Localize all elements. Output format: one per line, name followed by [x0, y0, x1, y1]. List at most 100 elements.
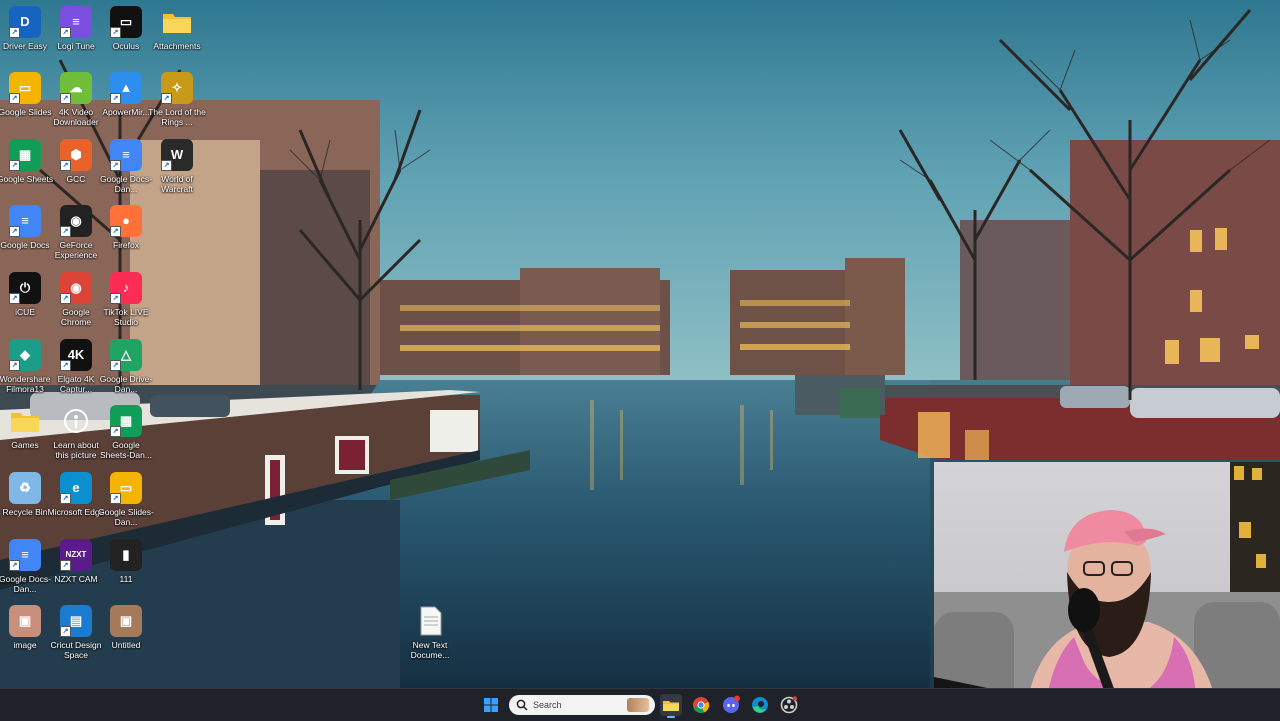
- shortcut-arrow-icon: ↗: [9, 226, 20, 237]
- 4k-video-downloader-icon: ☁ ↗: [60, 72, 92, 104]
- shortcut-arrow-icon: ↗: [60, 226, 71, 237]
- google-docs-icon: ≡ ↗: [9, 539, 41, 571]
- file-explorer-icon: [663, 701, 679, 711]
- webcam-overlay: [934, 462, 1280, 720]
- chrome-icon: ◉ ↗: [60, 272, 92, 304]
- desktop-icon[interactable]: ▮ 111: [96, 537, 156, 603]
- lotr-icon: ✧ ↗: [161, 72, 193, 104]
- folder-icon: [9, 405, 41, 437]
- recycle-bin-icon: ♻: [9, 472, 41, 504]
- shortcut-arrow-icon: ↗: [9, 560, 20, 571]
- untitled-image-icon: ▣: [110, 605, 142, 637]
- desktop-icon-label: World of Warcraft: [161, 174, 193, 194]
- desktop-icon[interactable]: W ↗ World of Warcraft: [147, 137, 207, 203]
- desktop-icon-label: Google Sheets-Dan...: [100, 440, 152, 460]
- desktop-icon-label: Untitled: [111, 640, 141, 650]
- icue-icon: ⏻ ↗: [9, 272, 41, 304]
- taskbar-obs[interactable]: [778, 694, 800, 716]
- desktop-icon[interactable]: New Text Docume...: [400, 603, 460, 669]
- nzxt-cam-icon: NZXT ↗: [60, 539, 92, 571]
- shortcut-arrow-icon: ↗: [110, 293, 121, 304]
- start-button[interactable]: [480, 694, 502, 716]
- elgato-4k-capture-icon: 4K ↗: [60, 339, 92, 371]
- google-docs-icon: ≡ ↗: [110, 139, 142, 171]
- shortcut-arrow-icon: ↗: [60, 93, 71, 104]
- desktop-icon-label: Google Drive-Dan...: [99, 374, 153, 394]
- shortcut-arrow-icon: ↗: [60, 626, 71, 637]
- desktop-icon-label: Attachments: [153, 41, 201, 51]
- desktop-icon[interactable]: ▣ Untitled: [96, 603, 156, 669]
- google-slides-icon: ▭ ↗: [110, 472, 142, 504]
- desktop-icon-label: Google Slides-Dan...: [98, 507, 154, 527]
- desktop-icon[interactable]: ● ↗ Firefox: [96, 203, 156, 269]
- apowermirror-icon: ▲ ↗: [110, 72, 142, 104]
- google-slides-icon: ▭ ↗: [9, 72, 41, 104]
- shortcut-arrow-icon: ↗: [110, 360, 121, 371]
- shortcut-arrow-icon: ↗: [9, 27, 20, 38]
- taskbar-edge[interactable]: [749, 694, 771, 716]
- shortcut-arrow-icon: ↗: [60, 293, 71, 304]
- search-placeholder: Search: [533, 700, 562, 710]
- shortcut-arrow-icon: ↗: [9, 160, 20, 171]
- taskbar: Search: [0, 688, 1280, 721]
- taskbar-chrome[interactable]: [690, 694, 712, 716]
- shortcut-arrow-icon: ↗: [161, 160, 172, 171]
- oculus-icon: ▭ ↗: [110, 6, 142, 38]
- google-docs-icon: ≡ ↗: [9, 205, 41, 237]
- google-sheets-icon: ▦ ↗: [9, 139, 41, 171]
- shortcut-arrow-icon: ↗: [110, 93, 121, 104]
- world-of-warcraft-icon: W ↗: [161, 139, 193, 171]
- obs-icon: [780, 696, 798, 714]
- edge-icon: [752, 697, 768, 713]
- folder-icon: [161, 6, 193, 38]
- desktop-icon-label: The Lord of the Rings ...: [148, 107, 206, 127]
- driver-easy-icon: D ↗: [9, 6, 41, 38]
- firefox-icon: ● ↗: [110, 205, 142, 237]
- shortcut-arrow-icon: ↗: [60, 160, 71, 171]
- desktop-icon[interactable]: ▭ ↗ Google Slides-Dan...: [96, 470, 156, 536]
- desktop-icon-label: New Text Docume...: [410, 640, 450, 660]
- google-drive-icon: △ ↗: [110, 339, 142, 371]
- gcc-icon: ⬢ ↗: [60, 139, 92, 171]
- shortcut-arrow-icon: ↗: [110, 226, 121, 237]
- shortcut-arrow-icon: ↗: [60, 493, 71, 504]
- learn-about-picture-icon: [60, 405, 92, 437]
- geforce-experience-icon: ◉ ↗: [60, 205, 92, 237]
- shortcut-arrow-icon: ↗: [60, 560, 71, 571]
- discord-icon: [723, 695, 740, 713]
- desktop-icon[interactable]: ♪ ↗ TikTok LIVE Studio: [96, 270, 156, 336]
- shortcut-arrow-icon: ↗: [9, 360, 20, 371]
- desktop-icon[interactable]: Attachments: [147, 4, 207, 70]
- filmora-icon: ◆ ↗: [9, 339, 41, 371]
- desktop-icon[interactable]: ✧ ↗ The Lord of the Rings ...: [147, 70, 207, 136]
- shortcut-arrow-icon: ↗: [110, 426, 121, 437]
- google-sheets-icon: ▦ ↗: [110, 405, 142, 437]
- shortcut-arrow-icon: ↗: [110, 493, 121, 504]
- shortcut-arrow-icon: ↗: [9, 93, 20, 104]
- shortcut-arrow-icon: ↗: [60, 27, 71, 38]
- shortcut-arrow-icon: ↗: [60, 360, 71, 371]
- desktop-icon[interactable]: △ ↗ Google Drive-Dan...: [96, 337, 156, 403]
- text-document-icon: [414, 605, 446, 637]
- search-icon: [516, 699, 528, 711]
- windows-icon: [484, 698, 498, 712]
- tiktok-live-studio-icon: ♪ ↗: [110, 272, 142, 304]
- edge-icon: e ↗: [60, 472, 92, 504]
- taskbar-search-box[interactable]: Search: [509, 695, 655, 715]
- desktop-icon[interactable]: ▦ ↗ Google Sheets-Dan...: [96, 403, 156, 469]
- taskbar-file-explorer[interactable]: [660, 694, 682, 718]
- taskbar-discord[interactable]: [720, 694, 742, 716]
- image-file-icon: ▣: [9, 605, 41, 637]
- file-111-icon: ▮: [110, 539, 142, 571]
- desktop-icon-label: 111: [119, 574, 133, 584]
- shortcut-arrow-icon: ↗: [110, 160, 121, 171]
- shortcut-arrow-icon: ↗: [110, 27, 121, 38]
- desktop-icon-label: Firefox: [113, 240, 139, 250]
- webcam-person-image: [934, 462, 1280, 720]
- cricut-design-space-icon: ▤ ↗: [60, 605, 92, 637]
- shortcut-arrow-icon: ↗: [161, 93, 172, 104]
- shortcut-arrow-icon: ↗: [9, 293, 20, 304]
- desktop-icon-label: TikTok LIVE Studio: [103, 307, 149, 327]
- logi-tune-icon: ≡ ↗: [60, 6, 92, 38]
- chrome-icon: [693, 697, 710, 714]
